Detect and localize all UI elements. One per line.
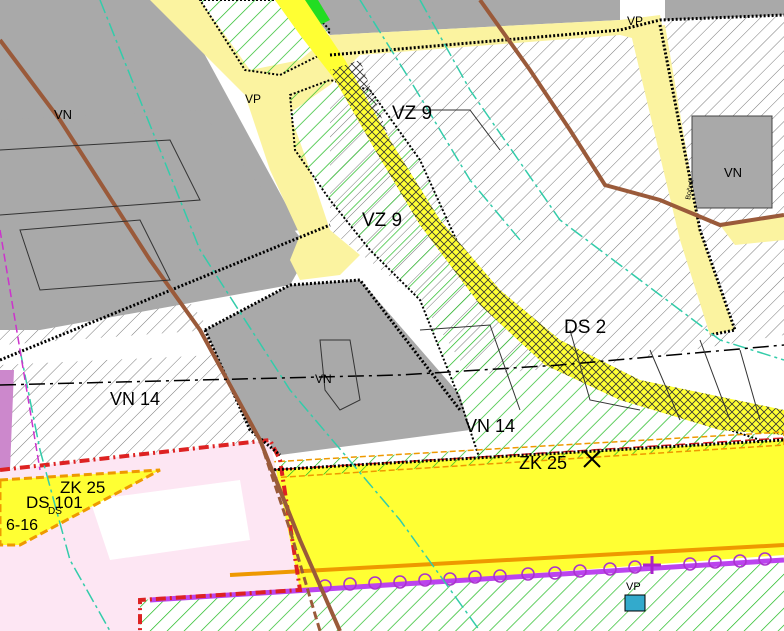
label-vn-top-left: VN [54, 107, 72, 122]
label-vn14-right: VN 14 [465, 416, 515, 436]
label-vp-top-right: VP [627, 14, 643, 28]
utility-box-icon [624, 594, 646, 612]
label-vz9-upper: VZ 9 [392, 103, 432, 124]
label-zk25-right: ZK 25 [519, 453, 567, 473]
label-ds-small: DS [48, 506, 62, 517]
label-vn-center: VN [315, 372, 332, 386]
label-vn14-left: VN 14 [110, 389, 160, 409]
land-use-map: VN VP VP VZ 9 VZ 9 VN Bočná DS 2 VN VN 1… [0, 0, 784, 631]
built-block-right [691, 115, 773, 209]
label-vz9-lower: VZ 9 [362, 210, 402, 231]
label-vn-right: VN [724, 165, 742, 180]
label-ds2: DS 2 [564, 317, 606, 338]
label-code-616: 6-16 [6, 517, 38, 534]
label-vp-bottom: VP [626, 581, 641, 593]
label-vp-left: VP [245, 92, 261, 106]
